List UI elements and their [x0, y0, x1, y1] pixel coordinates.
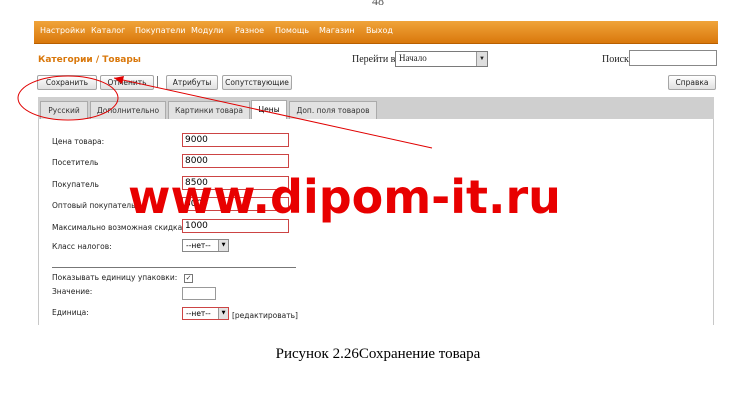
chevron-down-icon: ▼ — [218, 240, 228, 251]
menu-item-settings[interactable]: Настройки — [40, 26, 85, 35]
help-button[interactable]: Справка — [668, 75, 716, 90]
unit-label: Единица: — [52, 308, 89, 317]
visitor-price-input[interactable]: 8000 — [182, 154, 289, 168]
goto-label: Перейти в: — [352, 54, 399, 65]
menu-item-customers[interactable]: Покупатели — [135, 26, 186, 35]
cancel-button[interactable]: Отменить — [100, 75, 154, 90]
visitor-price-label: Посетитель — [52, 158, 99, 167]
tab-product-images[interactable]: Картинки товара — [168, 101, 250, 119]
price-input[interactable]: 9000 — [182, 133, 289, 147]
max-discount-label: Максимально возможная скидка: — [52, 223, 185, 232]
menu-item-modules[interactable]: Модули — [191, 26, 223, 35]
top-menu-bar: Настройки Каталог Покупатели Модули Разн… — [34, 21, 718, 44]
menu-item-help[interactable]: Помощь — [275, 26, 309, 35]
menu-item-catalog[interactable]: Каталог — [91, 26, 125, 35]
save-button[interactable]: Сохранить — [37, 75, 97, 90]
unit-select[interactable]: --нет-- ▼ — [182, 307, 229, 320]
chevron-down-icon: ▼ — [218, 308, 228, 319]
page-number: 48 — [372, 0, 384, 8]
show-unit-checkbox[interactable]: ✓ — [184, 274, 193, 283]
price-label: Цена товара: — [52, 137, 105, 146]
related-button[interactable]: Сопутствующие — [222, 75, 292, 90]
tab-additional[interactable]: Дополнительно — [90, 101, 166, 119]
tab-prices[interactable]: Цены — [251, 100, 287, 120]
unit-select-value: --нет-- — [186, 309, 211, 318]
tax-class-value: --нет-- — [186, 241, 211, 250]
menu-item-misc[interactable]: Разное — [235, 26, 264, 35]
watermark: www.dipom-it.ru — [128, 170, 561, 224]
chevron-down-icon: ▼ — [476, 52, 487, 66]
section-divider — [52, 267, 296, 268]
tax-class-select[interactable]: --нет-- ▼ — [182, 239, 229, 252]
goto-select-value: Начало — [399, 53, 427, 63]
search-label: Поиск — [602, 54, 629, 65]
wholesale-price-label: Оптовый покупатель — [52, 201, 136, 210]
menu-item-shop[interactable]: Магазин — [319, 26, 355, 35]
figure-caption: Рисунок 2.26Сохранение товара — [275, 346, 481, 362]
unit-value-input[interactable] — [182, 287, 216, 300]
breadcrumb: Категории / Товары — [38, 55, 141, 65]
goto-select[interactable]: Начало ▼ — [395, 51, 488, 67]
menu-item-exit[interactable]: Выход — [366, 26, 393, 35]
unit-value-label: Значение: — [52, 287, 93, 296]
attributes-button[interactable]: Атрибуты — [166, 75, 218, 90]
tab-extra-fields[interactable]: Доп. поля товаров — [289, 101, 377, 119]
buyer-price-label: Покупатель — [52, 180, 99, 189]
toolbar-separator — [157, 76, 158, 87]
tab-russian[interactable]: Русский — [40, 101, 88, 119]
search-input[interactable] — [629, 50, 717, 66]
show-unit-label: Показывать единицу упаковки: — [52, 273, 178, 282]
edit-unit-link[interactable]: [редактировать] — [232, 311, 298, 320]
tax-class-label: Класс налогов: — [52, 242, 112, 251]
